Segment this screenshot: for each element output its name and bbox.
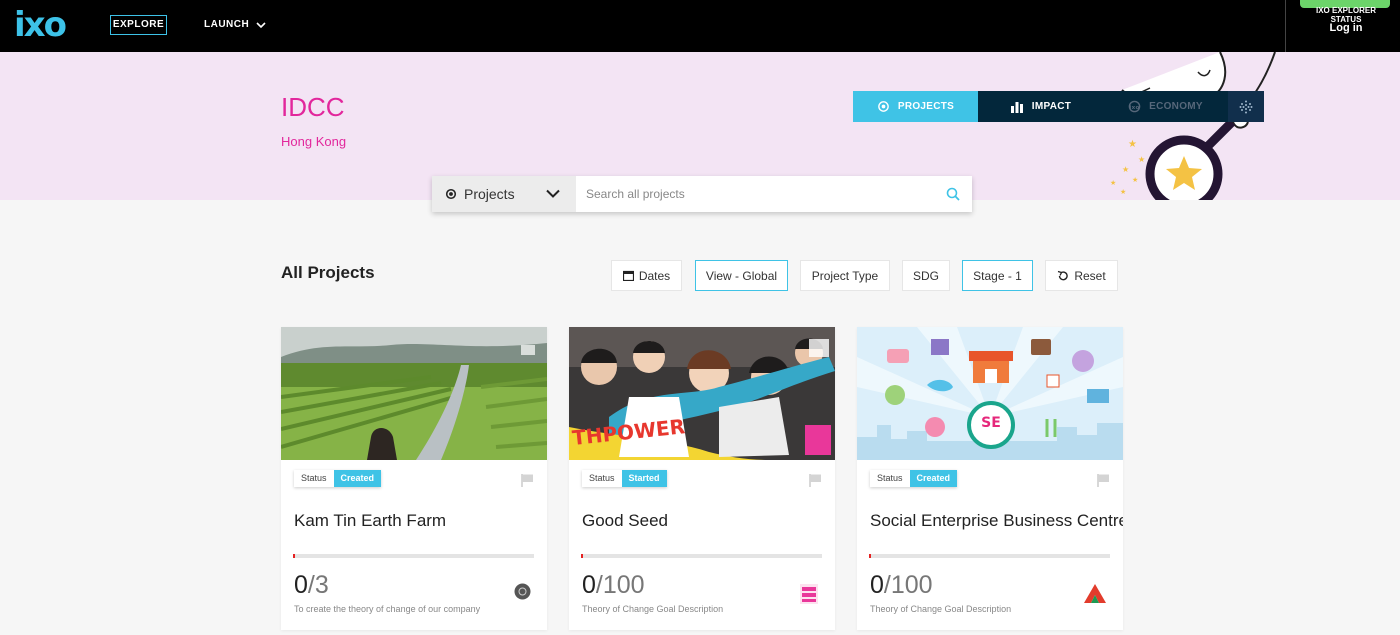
svg-text:★: ★ [1132,176,1138,184]
status-value: Created [909,470,958,487]
topbar-divider [1285,0,1286,52]
claims-total: /100 [883,571,933,599]
progress-fill [581,554,584,558]
filter-project-type-button[interactable]: Project Type [800,260,890,291]
good-seed-illustration-image: THPOWER [569,327,835,460]
svg-text:★: ★ [1128,139,1137,150]
gear-icon [878,101,889,112]
filter-sdg-button[interactable]: SDG [902,260,950,291]
claims-total: /3 [307,571,329,599]
project-title[interactable]: Social Enterprise Business Centre [870,511,1123,531]
progress-bar [293,554,534,558]
owner-logo-icon [514,583,531,600]
claims-count: 0/100 [582,571,645,600]
status-value: Started [621,470,667,487]
flag-icon[interactable] [1096,473,1110,487]
svg-text:★: ★ [1110,179,1116,187]
filter-view-button[interactable]: View - Global [695,260,788,291]
progress-fill [869,554,872,558]
goal-description: Theory of Change Goal Description [870,604,1012,614]
svg-text:★: ★ [1122,165,1129,174]
farm-field-image [281,327,547,460]
tab-network[interactable] [1228,91,1264,122]
claims-count: 0/3 [294,571,329,600]
explorer-tabs: PROJECTS IMPACT ixo ECONOMY [853,91,1264,122]
filter-sdg-label: SDG [912,268,939,283]
chevron-down-icon [546,189,560,198]
svg-text:ixo: ixo [1130,105,1140,111]
project-title[interactable]: Good Seed [582,511,668,531]
goal-description: To create the theory of change of our co… [294,604,481,614]
tab-economy-label: ECONOMY [1149,101,1203,112]
claims-current: 0 [582,571,596,599]
tab-projects-label: PROJECTS [897,101,955,112]
calendar-icon [622,270,634,281]
project-card-good-seed[interactable]: THPOWER Status Started Good Seed 0/100 T… [569,327,835,630]
top-navigation-bar: ixo EXPLORE LAUNCH IXO EXPLORER STATUS L… [0,0,1400,52]
search-bar: Projects [432,176,972,212]
svg-text:★: ★ [1120,188,1126,196]
progress-bar [869,554,1110,558]
claims-current: 0 [294,571,308,599]
project-card-kam-tin-earth-farm[interactable]: Status Created Kam Tin Earth Farm 0/3 To… [281,327,547,630]
explore-button[interactable]: EXPLORE [110,15,167,35]
progress-fill [293,554,296,558]
status-badge: Status Created [870,470,958,487]
tab-impact-label: IMPACT [1031,101,1072,112]
reset-filters-label: Reset [1074,268,1106,283]
chevron-down-icon [255,22,266,29]
filter-dates-label: Dates [638,268,671,283]
explorer-title: IXO EXPLORER [1315,6,1376,15]
gear-icon [445,188,457,200]
reset-icon [1058,270,1069,280]
filter-stage-button[interactable]: Stage - 1 [962,260,1033,291]
page-location: Hong Kong [281,134,347,149]
filter-project-type-label: Project Type [811,268,879,283]
ixo-logo[interactable]: ixo [14,7,67,43]
status-label: Status [294,470,334,487]
owner-logo-icon [800,584,818,604]
flag-icon[interactable] [520,473,534,487]
progress-bar [581,554,822,558]
page-title: IDCC [281,92,345,122]
claims-total: /100 [595,571,645,599]
coin-icon: ixo [1128,100,1141,113]
project-title[interactable]: Kam Tin Earth Farm [294,511,446,531]
status-label: Status [870,470,910,487]
reset-filters-button[interactable]: Reset [1045,260,1118,291]
owner-logo-icon [1084,584,1106,603]
magnifier-illustration-icon: ★ ★ ★ ★ ★ ★ [1110,52,1276,200]
claims-current: 0 [870,571,884,599]
se-badge-text: SE [981,415,1001,431]
status-badge: Status Started [582,470,667,487]
tab-impact[interactable]: IMPACT [978,91,1103,122]
status-label: Status [582,470,622,487]
search-icon[interactable] [946,187,960,201]
all-projects-heading: All Projects [281,263,375,282]
bar-chart-icon [1010,102,1023,113]
flag-icon[interactable] [808,473,822,487]
filter-dates-button[interactable]: Dates [611,260,682,291]
project-card-social-enterprise-business-centre[interactable]: SE Status Created Social Enterprise Busi… [857,327,1123,630]
login-button[interactable]: Log in [1296,22,1396,34]
goal-description: Theory of Change Goal Description [582,604,724,614]
status-badge: Status Created [294,470,382,487]
filter-view-label: View - Global [705,268,778,283]
search-type-label: Projects [464,186,515,202]
svg-text:★: ★ [1138,155,1145,164]
search-input[interactable] [576,176,936,212]
social-enterprise-illustration-image: SE [857,327,1123,460]
launch-label: LAUNCH [204,19,250,30]
network-dots-icon [1239,100,1253,113]
launch-menu[interactable]: LAUNCH [204,19,266,30]
filter-stage-label: Stage - 1 [973,268,1022,283]
status-value: Created [333,470,382,487]
claims-count: 0/100 [870,571,933,600]
tab-economy[interactable]: ixo ECONOMY [1103,91,1228,122]
search-type-dropdown[interactable]: Projects [432,176,576,212]
tab-projects[interactable]: PROJECTS [853,91,978,122]
